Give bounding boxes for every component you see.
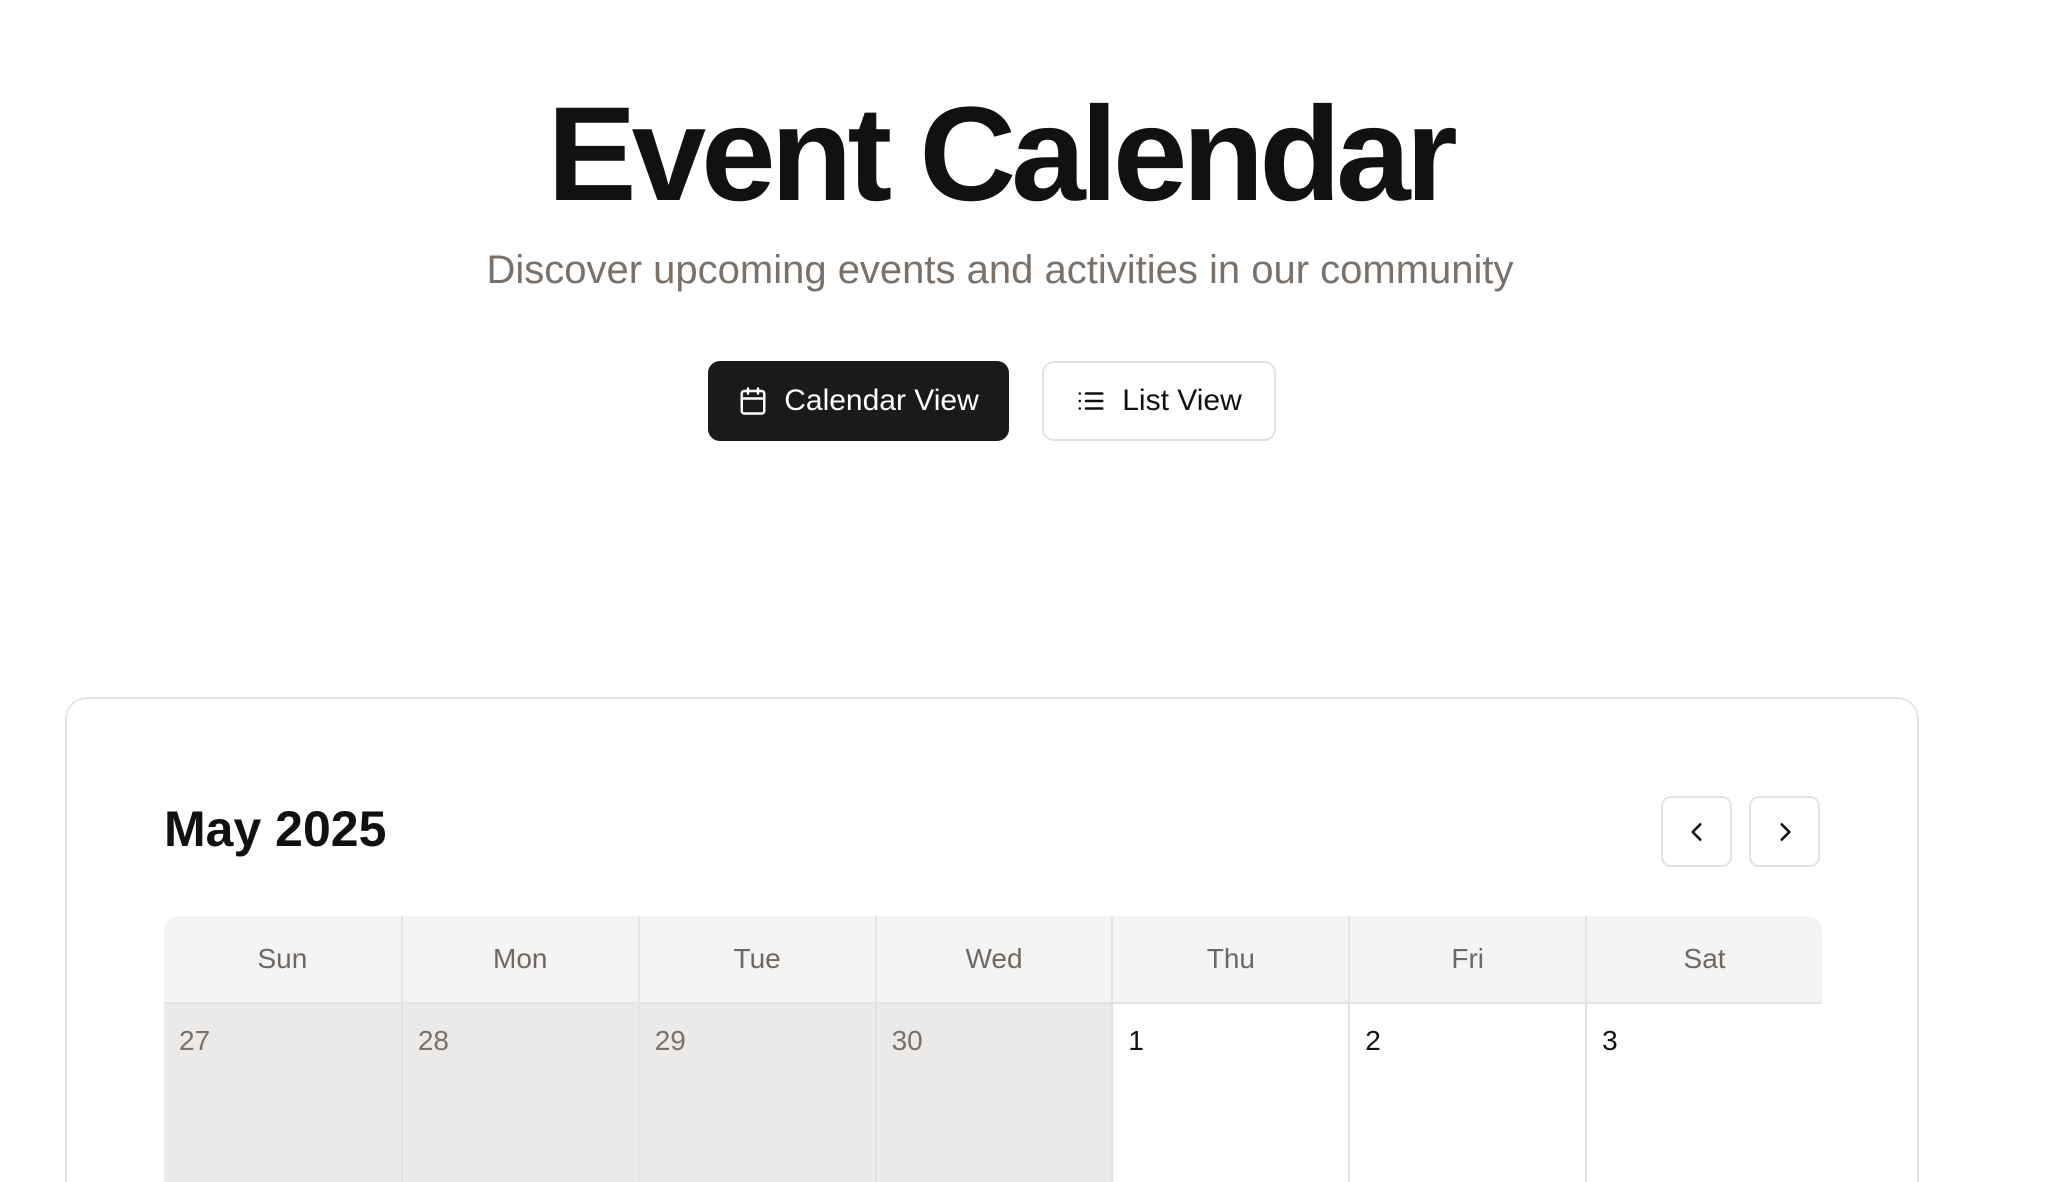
page-title: Event Calendar	[547, 80, 1458, 229]
day-cell[interactable]: 27	[164, 1004, 401, 1182]
day-cell[interactable]: 28	[400, 1004, 638, 1182]
day-number: 3	[1602, 1025, 1618, 1056]
day-number: 30	[891, 1025, 923, 1056]
previous-month-button[interactable]	[1661, 796, 1732, 867]
month-title: May 2025	[164, 801, 387, 857]
view-toggle: Calendar View List View	[708, 361, 1276, 441]
page: Event Calendar Discover upcoming events …	[0, 0, 2052, 1182]
week-row: 27 28 29 30 1 2 3	[164, 1004, 1822, 1182]
list-view-button[interactable]: List View	[1042, 361, 1276, 441]
page-subtitle: Discover upcoming events and activities …	[486, 248, 1514, 292]
day-cell[interactable]: 2	[1348, 1004, 1586, 1182]
day-number: 1	[1128, 1025, 1144, 1056]
day-cell[interactable]: 3	[1585, 1004, 1822, 1182]
calendar-view-button[interactable]: Calendar View	[708, 361, 1009, 441]
day-number: 29	[654, 1025, 686, 1056]
calendar-card: May 2025 Sun Mon Tue Wed Thu Fri Sat 27 …	[65, 697, 1919, 1182]
chevron-right-icon	[1779, 822, 1791, 841]
calendar-icon	[740, 387, 766, 415]
month-navigation	[1661, 796, 1820, 867]
next-month-button[interactable]	[1749, 796, 1820, 867]
day-number: 2	[1365, 1025, 1381, 1056]
day-cell[interactable]: 1	[1111, 1004, 1349, 1182]
weekday-header: Tue	[637, 916, 875, 1002]
list-view-label: List View	[1122, 384, 1242, 417]
weekday-header: Sat	[1585, 916, 1822, 1002]
day-cell[interactable]: 30	[874, 1004, 1112, 1182]
chevron-left-icon	[1690, 822, 1702, 841]
day-number: 28	[417, 1025, 449, 1056]
list-icon	[1078, 392, 1104, 410]
day-cell[interactable]: 29	[637, 1004, 875, 1182]
calendar-view-label: Calendar View	[784, 384, 979, 417]
weekday-header: Fri	[1348, 916, 1585, 1002]
weekday-header: Sun	[257, 943, 308, 974]
day-number: 27	[179, 1025, 211, 1056]
weekday-header: Wed	[874, 916, 1112, 1002]
calendar-grid: Sun Mon Tue Wed Thu Fri Sat 27 28 29 30 …	[164, 916, 1822, 1182]
weekday-header: Thu	[1111, 916, 1348, 1002]
weekday-header-row: Sun Mon Tue Wed Thu Fri Sat	[164, 916, 1822, 1004]
weekday-header: Mon	[400, 916, 638, 1002]
